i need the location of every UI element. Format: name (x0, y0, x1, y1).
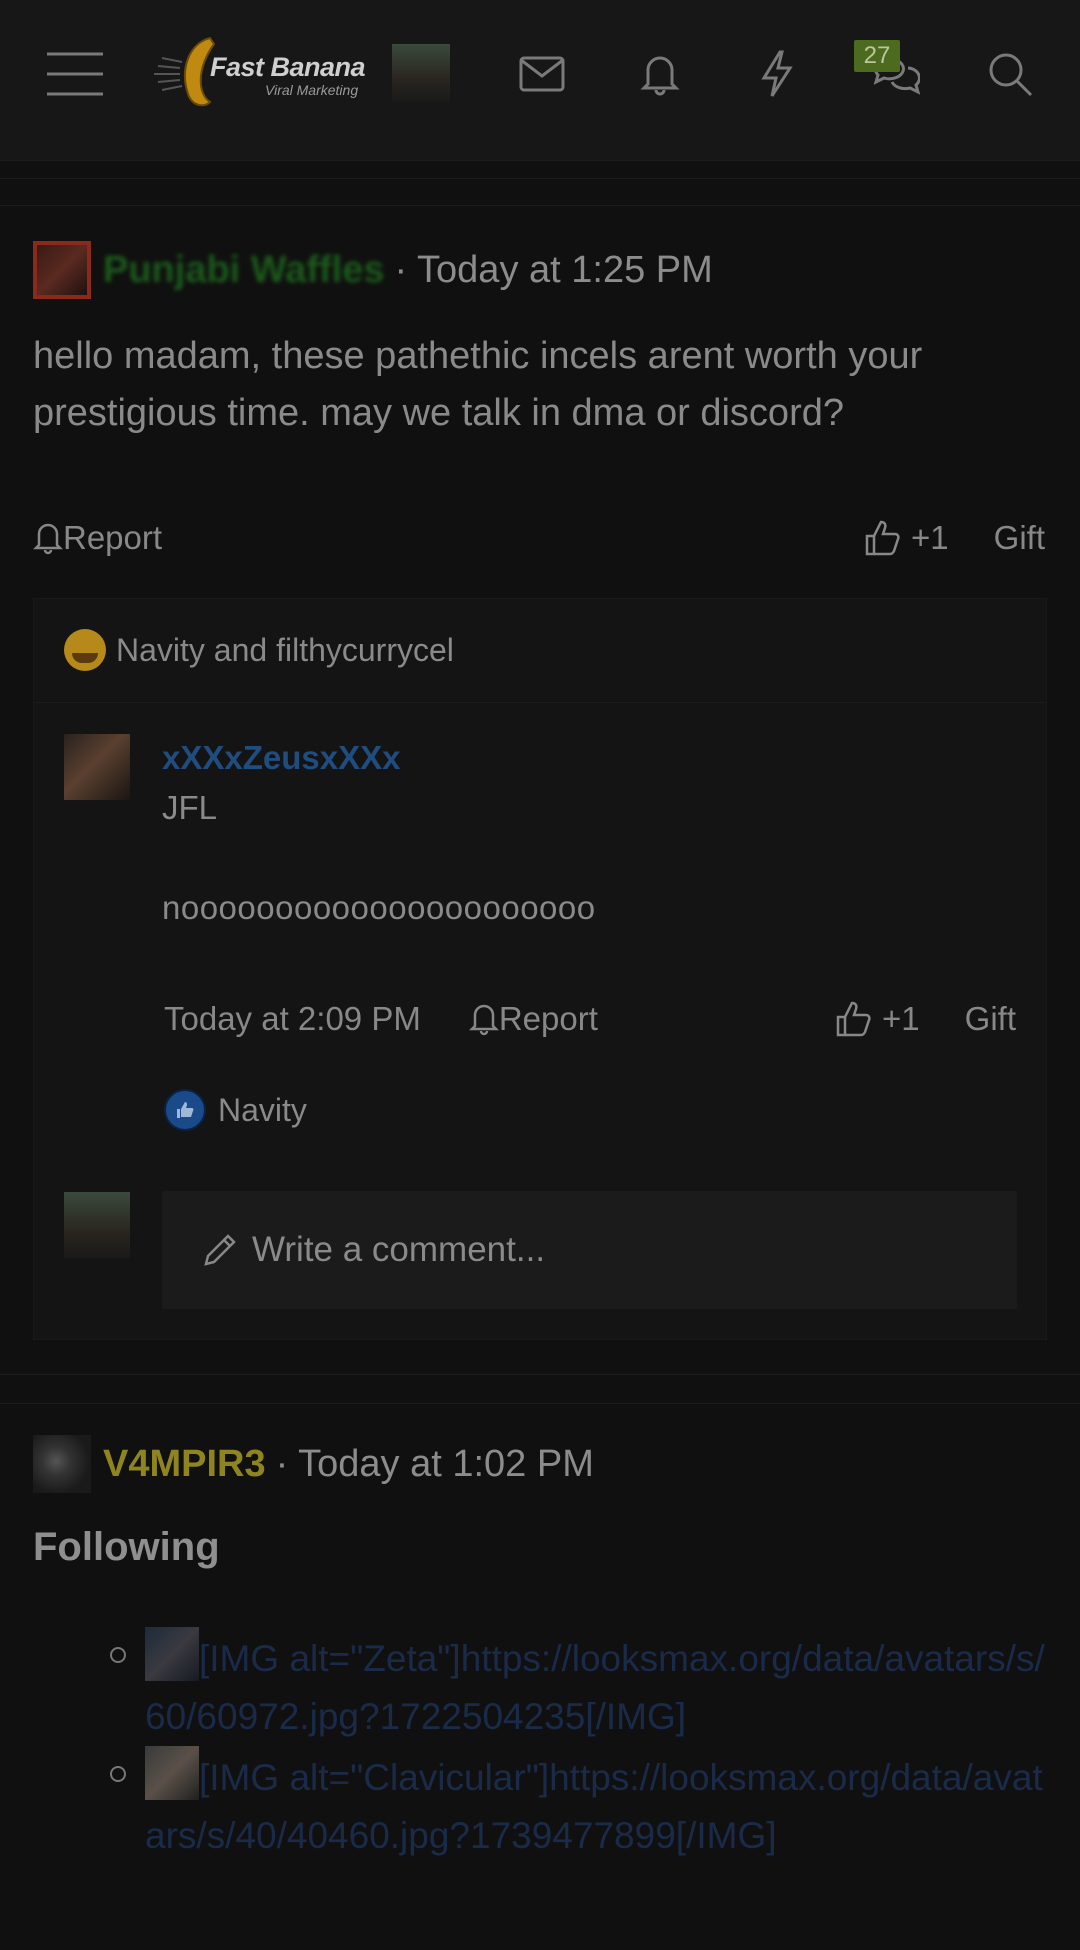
mail-icon[interactable] (512, 44, 572, 104)
list-item[interactable]: [IMG alt="Zeta"]https://looksmax.org/dat… (105, 1627, 1050, 1746)
gift-label: Gift (964, 1000, 1016, 1037)
post-header: V4MPIR3 · Today at 1:02 PM (33, 1434, 594, 1494)
liked-by-label: Navity (218, 1091, 307, 1128)
lightning-icon[interactable] (747, 44, 807, 104)
comment-gift-button[interactable]: Gift (965, 1000, 1016, 1038)
bell-icon (33, 523, 63, 555)
divider (0, 1374, 1080, 1375)
logo-title: Fast Banana (210, 52, 366, 82)
comment-text-line: noooooooooooooooooooooo (162, 889, 596, 926)
current-user-avatar (64, 1192, 130, 1258)
poster-username[interactable]: V4MPIR3 (103, 1443, 266, 1486)
reactions-summary[interactable]: Navity and filthycurrycel (64, 629, 454, 671)
comment-report-button[interactable]: Report (468, 1000, 598, 1038)
thumbs-up-icon (836, 1001, 871, 1037)
avatar-thumbnail (145, 1746, 199, 1800)
divider (34, 702, 1046, 703)
comment-text-line: JFL (162, 789, 218, 826)
commenter-username[interactable]: xXXxZeusxXXx (162, 739, 400, 777)
user-avatar[interactable] (392, 44, 450, 102)
write-comment-placeholder: Write a comment... (252, 1230, 546, 1269)
logo-subtitle: Viral Marketing (265, 82, 359, 98)
site-logo[interactable]: Fast Banana Viral Marketing (152, 34, 366, 114)
commenter-avatar[interactable] (64, 734, 130, 800)
search-icon[interactable] (980, 44, 1040, 104)
like-button[interactable]: +1 (863, 518, 949, 558)
poster-avatar[interactable] (33, 241, 91, 299)
comment-like-count: +1 (882, 1000, 920, 1037)
pencil-icon (204, 1234, 236, 1266)
laughing-emoji-icon (64, 629, 106, 671)
post-heading: Following (33, 1525, 220, 1569)
comments-section: Navity and filthycurrycel xXXxZeusxXXx J… (33, 598, 1047, 1340)
report-label: Report (63, 519, 163, 556)
image-link-text[interactable]: [IMG alt="Clavicular"]https://looksmax.o… (145, 1757, 1043, 1856)
bullet-icon (110, 1766, 126, 1782)
report-button[interactable]: Report (33, 519, 162, 557)
gift-label: Gift (993, 519, 1045, 556)
bullet-icon (110, 1647, 126, 1663)
like-reaction-icon (164, 1089, 206, 1131)
write-comment-input[interactable]: Write a comment... (162, 1191, 1017, 1309)
following-list: [IMG alt="Zeta"]https://looksmax.org/dat… (105, 1627, 1050, 1865)
poster-avatar[interactable] (33, 1435, 91, 1493)
list-item[interactable]: [IMG alt="Clavicular"]https://looksmax.o… (105, 1746, 1050, 1865)
comment-reaction-summary[interactable]: Navity (164, 1089, 307, 1131)
post-header: Punjabi Waffles · Today at 1:25 PM (33, 240, 713, 300)
poster-username[interactable]: Punjabi Waffles (103, 249, 385, 292)
report-label: Report (498, 1000, 598, 1037)
comment-timestamp[interactable]: Today at 2:09 PM (164, 1000, 421, 1038)
top-navigation-bar: Fast Banana Viral Marketing 27 (0, 0, 1080, 161)
gift-button[interactable]: Gift (994, 519, 1045, 557)
reactions-label: Navity and filthycurrycel (116, 631, 454, 668)
post-actions: Report +1 Gift (33, 508, 1045, 568)
comment-like-button[interactable]: +1 (834, 999, 920, 1039)
post-timestamp[interactable]: · Today at 1:02 PM (276, 1443, 594, 1486)
divider (0, 1403, 1080, 1404)
notification-count-badge: 27 (854, 40, 900, 72)
post-timestamp[interactable]: · Today at 1:25 PM (395, 249, 713, 292)
thumbs-up-icon (865, 520, 900, 556)
divider (0, 178, 1080, 179)
menu-icon[interactable] (45, 44, 105, 104)
image-link-text[interactable]: [IMG alt="Zeta"]https://looksmax.org/dat… (145, 1638, 1045, 1737)
bell-icon[interactable] (630, 44, 690, 104)
avatar-thumbnail (145, 1627, 199, 1681)
comment-actions: Today at 2:09 PM Report +1 Gift (164, 989, 1016, 1049)
post-body: hello madam, these pathethic incels aren… (33, 335, 923, 434)
bell-icon (468, 1004, 499, 1036)
like-count: +1 (911, 519, 949, 556)
divider (0, 205, 1080, 206)
